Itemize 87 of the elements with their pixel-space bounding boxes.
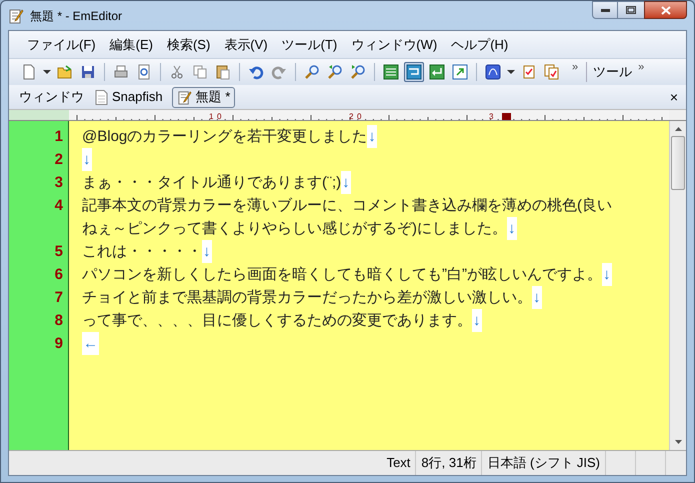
line-end-mark: ↓: [341, 171, 351, 194]
line-number: 4: [54, 196, 63, 216]
return-arrow-tool-button[interactable]: [427, 62, 447, 82]
vertical-scrollbar[interactable]: [669, 121, 686, 450]
ruler-number: 0: [357, 112, 362, 121]
line-end-mark: ↓: [602, 263, 612, 286]
text-line: @Blogのカラーリングを若干変更しました: [82, 127, 368, 147]
scissors-icon: [169, 64, 185, 80]
find-next-icon: [350, 64, 366, 80]
ruler-number: 1: [209, 112, 214, 121]
dropdown-caret-icon: [43, 70, 51, 74]
magnifier-icon: [304, 64, 320, 80]
line-number: 7: [54, 288, 63, 308]
status-field: Text: [382, 451, 416, 475]
line-number: 5: [54, 242, 63, 262]
window-arrow-tool-button[interactable]: [450, 62, 470, 82]
line-end-mark: ←: [82, 332, 99, 355]
open-folder-icon: [57, 64, 73, 80]
text-line: って事で、、、、目に優しくするための変更であります。: [82, 311, 472, 331]
text-line: チョイと前まで黒基調の背景カラーだったから差が激しい激しい。: [82, 288, 532, 308]
menu-item[interactable]: ツール(T): [282, 34, 338, 54]
paste-icon: [215, 64, 231, 80]
menu-item[interactable]: 表示(V): [224, 34, 268, 54]
menu-item[interactable]: ウィンドウ(W): [351, 34, 438, 54]
close-tab-button[interactable]: ×: [670, 90, 678, 104]
line-end-mark: ↓: [532, 286, 542, 309]
minimize-button[interactable]: [592, 1, 618, 19]
close-icon: [660, 6, 670, 14]
text-line: 記事本文の背景カラーを薄いブルーに、コメント書き込み欄を薄めの桃色(良い: [82, 196, 612, 216]
checked-document-icon: [521, 64, 537, 80]
checked-documents-icon: [544, 64, 560, 80]
menu-item[interactable]: ファイル(F): [27, 34, 96, 54]
maximize-icon: [626, 6, 636, 14]
macro-icon: [485, 64, 501, 80]
printer-icon: [113, 64, 129, 80]
line-end-mark: ↓: [507, 217, 516, 240]
toolbar-overflow-button[interactable]: »: [572, 59, 578, 76]
menu-item[interactable]: 検索(S): [166, 34, 210, 54]
document-tab[interactable]: Snapfish: [90, 86, 168, 108]
dropdown-caret-icon: [507, 70, 515, 74]
text-line: ねぇ～ピンクって書くよりやらしい感じがするぞ)にしました。: [82, 219, 507, 239]
line-number: 3: [54, 173, 63, 193]
close-button[interactable]: [644, 1, 687, 19]
tools-toolbar-label: ツール: [586, 62, 632, 82]
line-number: 1: [54, 127, 63, 147]
ruler-number: 3: [489, 112, 494, 121]
line-number: 8: [54, 311, 63, 331]
status-field: 8行, 31桁: [416, 451, 482, 475]
line-number: 6: [54, 265, 63, 285]
notepad-pencil-icon: [8, 8, 24, 24]
wrap-toggle-tool-button[interactable]: [404, 62, 424, 82]
line-end-mark: ↓: [82, 148, 92, 171]
menu-item[interactable]: ヘルプ(H): [451, 34, 508, 54]
ruler-number: 0: [217, 112, 222, 121]
window-bar-label: ウィンドウ: [19, 88, 84, 106]
minimize-icon: [600, 8, 610, 12]
ruler-number: 2: [349, 112, 354, 121]
redo-arrow-icon: [271, 64, 287, 80]
new-page-icon: [21, 64, 37, 80]
undo-arrow-icon: [248, 64, 264, 80]
line-end-mark: ↓: [202, 240, 212, 263]
text-line: パソコンを新しくしたら画面を暗くしても暗くしても”白”が眩しいんですよ。: [82, 265, 602, 285]
menu-item[interactable]: 編集(E): [110, 34, 153, 54]
ruler-margin: [9, 110, 69, 120]
line-number: 2: [54, 150, 63, 170]
tools-overflow-button[interactable]: »: [638, 59, 644, 76]
find-previous-icon: [327, 64, 343, 80]
wrap-toggle-icon: [406, 64, 422, 80]
document-tab[interactable]: 無題 *: [172, 86, 236, 108]
maximize-button[interactable]: [618, 1, 644, 19]
lines-tool-button[interactable]: [381, 62, 401, 82]
line-number: 9: [54, 334, 63, 354]
macro-tool-button[interactable]: [483, 62, 503, 82]
line-end-mark: ↓: [472, 309, 482, 332]
line-end-mark: ↓: [367, 125, 377, 148]
text-line: これは・・・・・: [82, 242, 202, 262]
lines-icon: [383, 64, 399, 80]
document-icon: [95, 90, 108, 104]
scroll-up-arrow-icon: [674, 127, 682, 131]
print-preview-icon: [136, 64, 152, 80]
window-title: 無題 * - EmEditor: [30, 8, 122, 24]
scroll-down-arrow-icon: [674, 440, 682, 444]
text-line: まぁ・・・タイトル通りであります(¨;): [82, 173, 342, 193]
copy-icon: [192, 64, 208, 80]
notepad-pencil-icon: [176, 90, 192, 104]
scrollbar-thumb[interactable]: [671, 136, 685, 190]
status-field: 日本語 (シフト JIS): [482, 451, 606, 475]
